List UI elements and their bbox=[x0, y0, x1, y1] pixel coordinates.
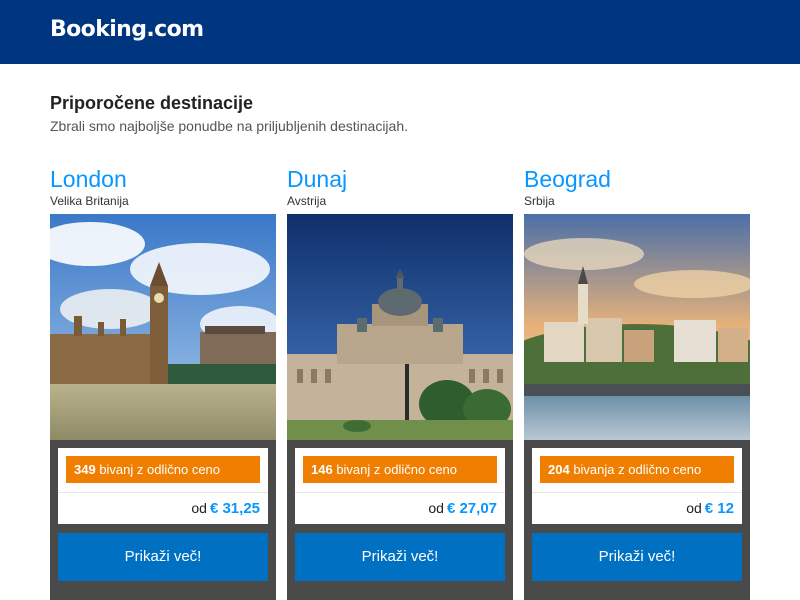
deals-text: bivanj z odlično ceno bbox=[332, 462, 458, 477]
destination-card-beograd[interactable]: Beograd Srbija 204 bivanja z odlično cen… bbox=[524, 165, 750, 600]
deals-badge: 204 bivanja z odlično ceno bbox=[540, 456, 734, 483]
price-value: € 12 bbox=[704, 500, 734, 517]
price-value: € 27,07 bbox=[446, 500, 497, 517]
section-subtitle: Zbrali smo najboljše ponudbe na priljubl… bbox=[50, 118, 408, 134]
price-prefix: od bbox=[428, 500, 444, 516]
deals-count: 146 bbox=[311, 462, 333, 477]
london-photo[interactable] bbox=[50, 214, 276, 440]
deals-badge: 349 bivanj z odlično ceno bbox=[66, 456, 260, 483]
price-row: od € 27,07 bbox=[303, 493, 497, 517]
section-title: Priporočene destinacije bbox=[50, 93, 254, 113]
price-prefix: od bbox=[686, 500, 702, 516]
country-name: Avstrija bbox=[287, 194, 327, 208]
booking-logo[interactable]: Booking.com bbox=[50, 17, 204, 42]
show-more-button[interactable]: Prikaži več! bbox=[58, 533, 268, 581]
vienna-photo[interactable] bbox=[287, 214, 513, 440]
destination-card-dunaj[interactable]: Dunaj Avstrija 146 bivanj z odlično ceno… bbox=[287, 165, 513, 600]
city-name[interactable]: London bbox=[50, 165, 276, 193]
offer-box: 349 bivanj z odlično ceno od € 31,25 bbox=[58, 448, 268, 524]
city-name[interactable]: Beograd bbox=[524, 165, 750, 193]
offer-box: 146 bivanj z odlično ceno od € 27,07 bbox=[295, 448, 505, 524]
offer-panel: 349 bivanj z odlično ceno od € 31,25 Prik… bbox=[50, 440, 276, 600]
country-name: Velika Britanija bbox=[50, 194, 129, 208]
deals-badge: 146 bivanj z odlično ceno bbox=[303, 456, 497, 483]
belgrade-photo[interactable] bbox=[524, 214, 750, 440]
offer-panel: 204 bivanja z odlično ceno od € 12 Prikaž… bbox=[524, 440, 750, 600]
destination-card-london[interactable]: London Velika Britanija 349 bivanj z odl… bbox=[50, 165, 276, 600]
header-bar: Booking.com bbox=[0, 0, 800, 64]
deals-count: 349 bbox=[74, 462, 96, 477]
deals-text: bivanja z odlično ceno bbox=[569, 462, 702, 477]
price-prefix: od bbox=[191, 500, 207, 516]
country-name: Srbija bbox=[524, 194, 555, 208]
offer-box: 204 bivanja z odlično ceno od € 12 bbox=[532, 448, 742, 524]
deals-text: bivanj z odlično ceno bbox=[95, 462, 221, 477]
show-more-button[interactable]: Prikaži več! bbox=[532, 533, 742, 581]
price-value: € 31,25 bbox=[209, 500, 260, 517]
deals-count: 204 bbox=[548, 462, 570, 477]
price-row: od € 12 bbox=[540, 493, 734, 517]
offer-panel: 146 bivanj z odlično ceno od € 27,07 Prik… bbox=[287, 440, 513, 600]
city-name[interactable]: Dunaj bbox=[287, 165, 513, 193]
show-more-button[interactable]: Prikaži več! bbox=[295, 533, 505, 581]
price-row: od € 31,25 bbox=[66, 493, 260, 517]
